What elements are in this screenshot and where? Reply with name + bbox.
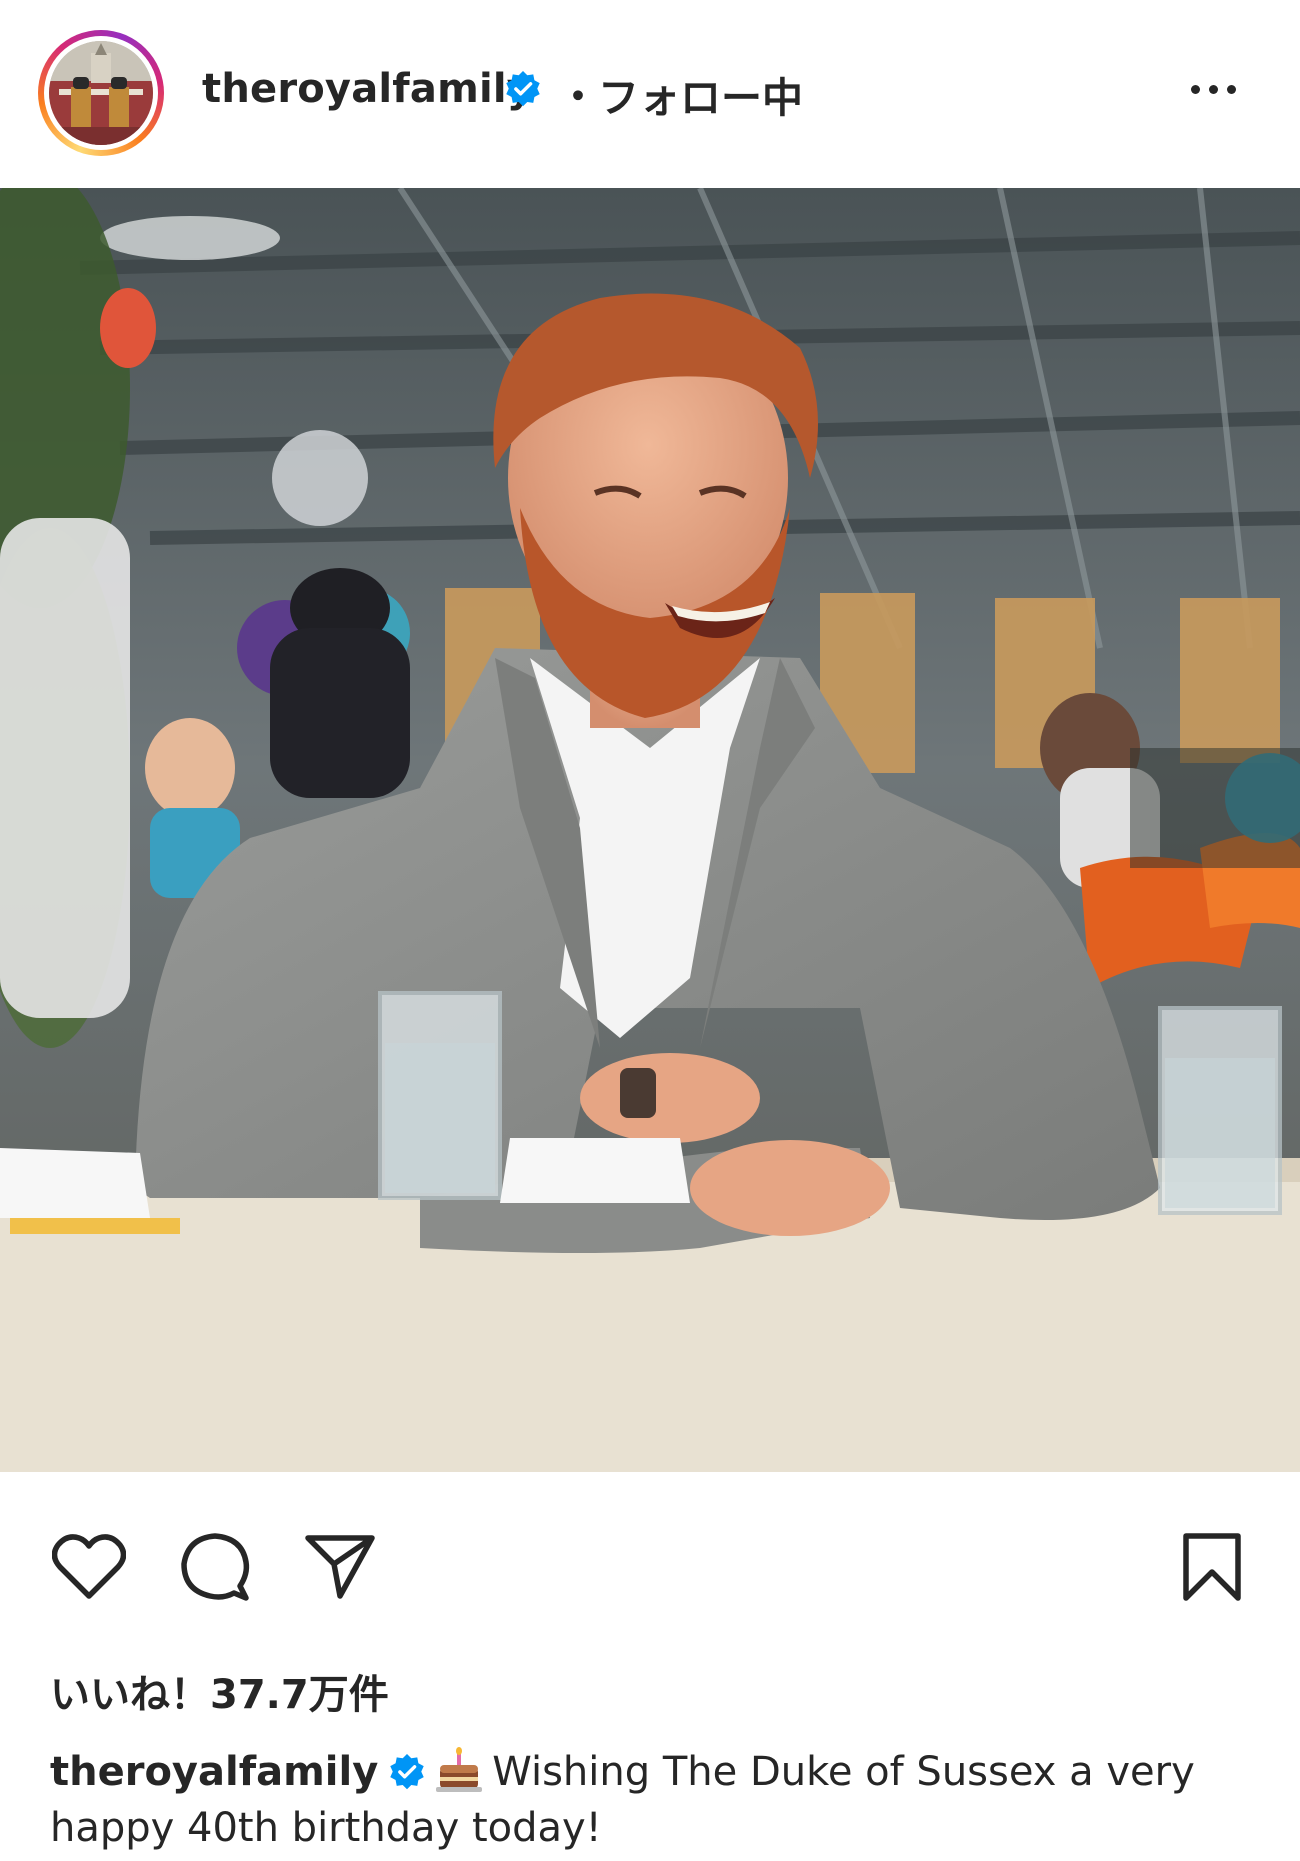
caption: theroyalfamily Wishing The Duke of Susse…: [50, 1744, 1260, 1856]
caption-username[interactable]: theroyalfamily: [50, 1749, 378, 1795]
more-options-icon[interactable]: [1186, 72, 1240, 106]
comment-icon[interactable]: [178, 1530, 252, 1604]
birthday-cake-icon: [436, 1747, 483, 1792]
post-header: theroyalfamily ・ フォロー中: [0, 0, 1300, 188]
verified-badge-icon: [506, 70, 540, 107]
story-ring[interactable]: [38, 30, 164, 156]
post-photo[interactable]: [0, 188, 1300, 1472]
action-bar: [0, 1472, 1300, 1662]
like-count[interactable]: いいね！37.7万件: [50, 1662, 389, 1720]
heart-icon[interactable]: [52, 1534, 126, 1600]
following-button[interactable]: フォロー中: [598, 64, 803, 124]
verified-badge-icon: [390, 1753, 425, 1790]
bookmark-icon[interactable]: [1180, 1532, 1244, 1604]
avatar[interactable]: [49, 41, 153, 145]
send-icon[interactable]: [304, 1532, 376, 1602]
separator-dot: ・: [558, 74, 598, 120]
username[interactable]: theroyalfamily: [202, 66, 533, 112]
